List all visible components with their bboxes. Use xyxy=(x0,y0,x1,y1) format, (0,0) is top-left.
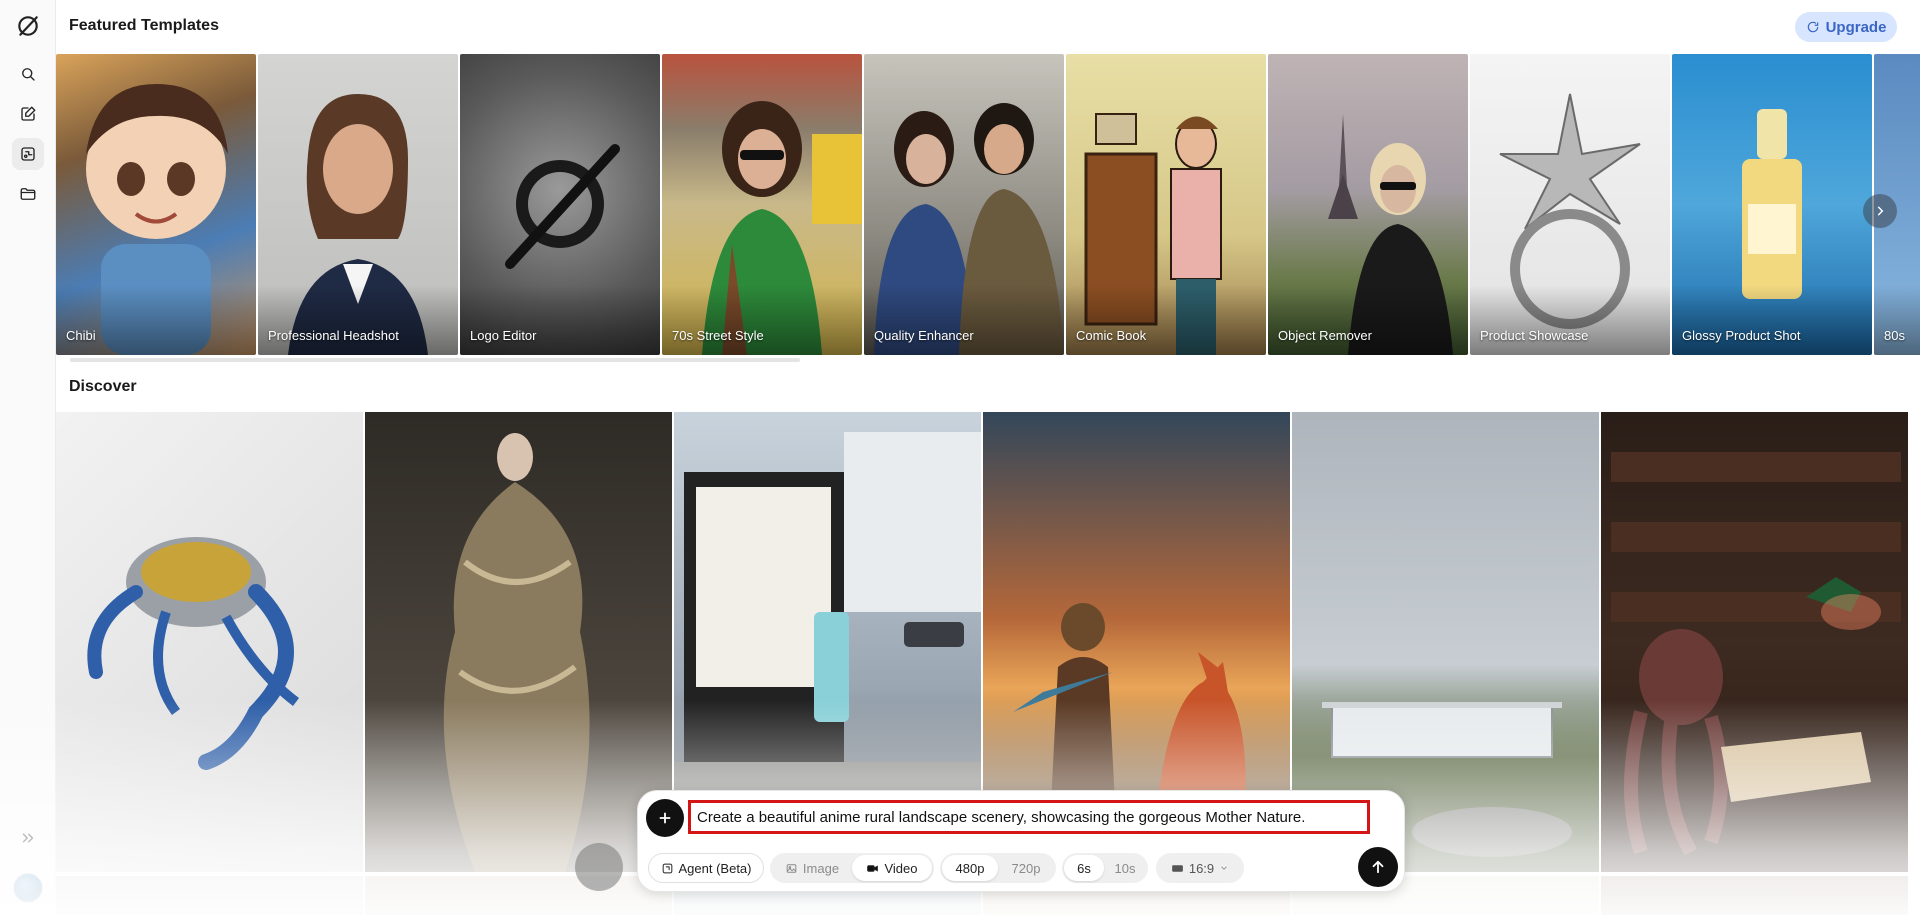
aspect-ratio-icon xyxy=(1171,864,1183,872)
duration-6s-label: 6s xyxy=(1077,860,1091,876)
template-card-glossy-product-shot[interactable]: Glossy Product Shot xyxy=(1672,54,1872,355)
template-label: Chibi xyxy=(66,328,96,343)
discover-card[interactable] xyxy=(56,876,363,915)
resolution-480p[interactable]: 480p xyxy=(942,855,998,881)
template-card-professional-headshot[interactable]: Professional Headshot xyxy=(258,54,458,355)
template-card-product-showcase[interactable]: Product Showcase xyxy=(1470,54,1670,355)
discover-card[interactable] xyxy=(1601,876,1908,915)
discover-card[interactable] xyxy=(1601,412,1908,872)
template-card-70s-street-style[interactable]: 70s Street Style xyxy=(662,54,862,355)
agent-label: Agent (Beta) xyxy=(678,860,752,876)
discover-card[interactable] xyxy=(56,412,363,872)
aspect-ratio-label: 16:9 xyxy=(1188,860,1215,876)
carousel-next-button[interactable] xyxy=(1863,194,1897,228)
scroll-indicator xyxy=(575,843,623,891)
template-label: Quality Enhancer xyxy=(874,328,974,343)
double-chevron-right-icon[interactable] xyxy=(12,822,44,854)
duration-6s[interactable]: 6s xyxy=(1064,855,1104,881)
template-label: Logo Editor xyxy=(470,328,537,343)
template-card-comic-book[interactable]: Comic Book xyxy=(1066,54,1266,355)
template-label: Comic Book xyxy=(1076,328,1147,343)
image-label: Image xyxy=(802,860,840,876)
template-card-object-remover[interactable]: Object Remover xyxy=(1268,54,1468,355)
sidebar xyxy=(0,0,56,915)
add-attachment-button[interactable] xyxy=(646,799,684,837)
mode-video-option[interactable]: Video xyxy=(852,855,932,881)
upgrade-button[interactable]: Upgrade xyxy=(1795,12,1897,42)
aspect-ratio-select[interactable]: 16:9 xyxy=(1156,853,1244,883)
template-card-quality-enhancer[interactable]: Quality Enhancer xyxy=(864,54,1064,355)
template-card-logo-editor[interactable]: Logo Editor xyxy=(460,54,660,355)
chevron-right-icon xyxy=(1877,206,1884,216)
avatar[interactable] xyxy=(13,873,43,903)
template-label: Professional Headshot xyxy=(268,328,399,343)
video-label: Video xyxy=(884,860,918,876)
prompt-input[interactable]: Create a beautiful anime rural landscape… xyxy=(688,800,1370,834)
discover-card[interactable] xyxy=(365,876,672,915)
templates-carousel: Chibi Professional Headshot Logo Editor xyxy=(56,54,1920,355)
prompt-composer: Create a beautiful anime rural landscape… xyxy=(637,790,1405,892)
plus-icon xyxy=(659,812,671,824)
upgrade-label: Upgrade xyxy=(1825,18,1887,36)
search-icon[interactable] xyxy=(12,58,44,90)
duration-10s[interactable]: 10s xyxy=(1104,853,1146,883)
templates-icon[interactable] xyxy=(12,138,44,170)
featured-templates-title: Featured Templates xyxy=(69,17,219,34)
resolution-720p-label: 720p xyxy=(1011,860,1041,876)
arrow-up-icon xyxy=(1372,860,1384,874)
resolution-720p[interactable]: 720p xyxy=(998,853,1054,883)
folder-icon[interactable] xyxy=(12,178,44,210)
template-label: 70s Street Style xyxy=(672,328,764,343)
agent-beta-button[interactable]: Agent (Beta) xyxy=(648,853,764,883)
image-icon xyxy=(786,863,797,873)
agent-icon xyxy=(662,863,672,873)
template-label: 80s xyxy=(1884,328,1905,343)
logo-icon[interactable] xyxy=(12,10,44,42)
video-icon xyxy=(867,864,879,872)
send-button[interactable] xyxy=(1358,847,1398,887)
edit-icon[interactable] xyxy=(12,98,44,130)
template-label: Object Remover xyxy=(1278,328,1372,343)
mode-image-option[interactable]: Image xyxy=(772,853,852,883)
chevron-down-icon xyxy=(1221,866,1227,870)
template-card-chibi[interactable]: Chibi xyxy=(56,54,256,355)
refresh-icon xyxy=(1807,21,1818,33)
duration-10s-label: 10s xyxy=(1114,860,1136,876)
discover-card[interactable] xyxy=(365,412,672,872)
template-label: Glossy Product Shot xyxy=(1682,328,1801,343)
template-label: Product Showcase xyxy=(1480,328,1589,343)
discover-title: Discover xyxy=(69,378,137,395)
resolution-480p-label: 480p xyxy=(955,860,985,876)
carousel-scrollbar[interactable] xyxy=(70,358,800,362)
